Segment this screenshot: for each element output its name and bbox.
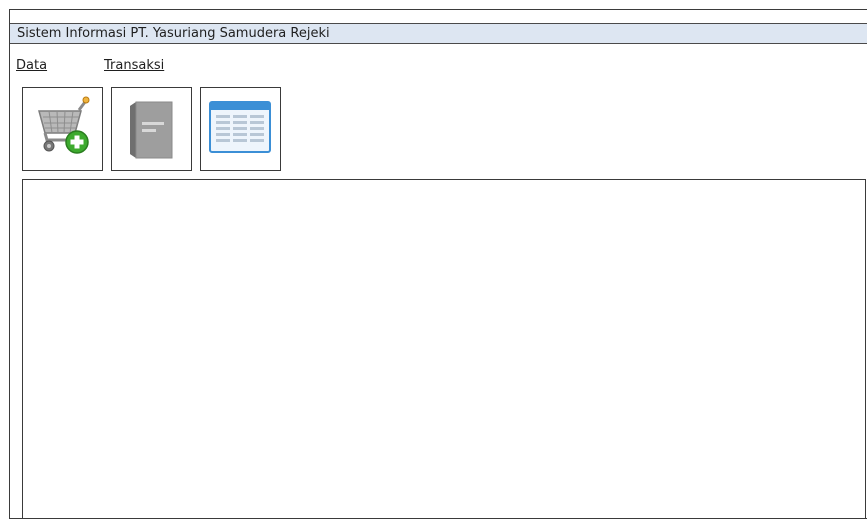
add-to-cart-button[interactable] <box>22 87 103 171</box>
book-button[interactable] <box>111 87 192 171</box>
menu-item-data[interactable]: Data <box>16 58 47 73</box>
title-bar: Sistem Informasi PT. Yasuriang Samudera … <box>10 23 867 44</box>
table-icon <box>209 101 271 153</box>
menu-item-transaksi[interactable]: Transaksi <box>104 58 164 73</box>
cart-add-icon <box>38 96 90 154</box>
table-button[interactable] <box>200 87 281 171</box>
content-panel <box>22 179 866 519</box>
main-window: Sistem Informasi PT. Yasuriang Samudera … <box>9 9 867 519</box>
window-title: Sistem Informasi PT. Yasuriang Samudera … <box>17 26 330 41</box>
book-icon <box>130 101 173 159</box>
